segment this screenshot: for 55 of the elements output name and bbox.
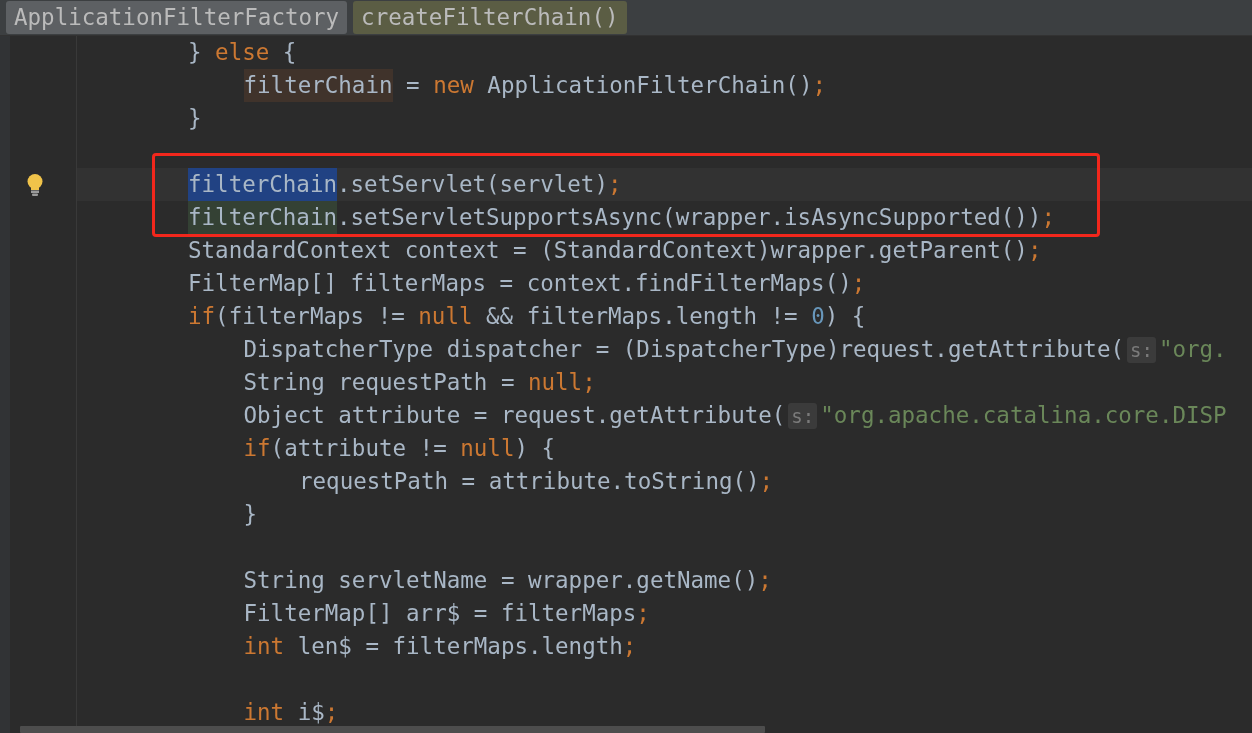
code-text: ; (636, 599, 650, 628)
code-text: ApplicationFilterChain() (486, 71, 813, 100)
code-text: ; (622, 632, 637, 661)
highlighted-code: filterChain (243, 69, 393, 102)
code-text: String requestPath = (243, 368, 516, 397)
code-text: && filterMaps.length != (485, 302, 799, 331)
code-text: { (281, 38, 297, 67)
code-text: } (243, 500, 258, 529)
code-text: ; (607, 170, 622, 199)
code-text: String servletName = wrapper.getName() (243, 566, 759, 595)
highlighted-code: filterChain (188, 168, 337, 201)
code-text: i$ (296, 698, 325, 727)
code-text: ; (851, 269, 866, 298)
code-text: } (188, 38, 203, 67)
code-text: ; (582, 368, 596, 397)
highlighted-code: filterChain (188, 201, 337, 234)
parameter-hint: s: (788, 402, 818, 429)
code-text: "org. (1158, 335, 1227, 364)
breadcrumb[interactable]: createFilterChain() (353, 1, 627, 34)
code-text: DispatcherType dispatcher = (DispatcherType)request.getAttribute( (243, 335, 1124, 364)
code-text: null (528, 368, 583, 397)
code-text: ; (1027, 236, 1042, 265)
code-text: Object attribute = request.getAttribute( (243, 401, 786, 430)
lightbulb-icon[interactable] (26, 172, 44, 197)
code-text: .setServletSupportsAsync(wrapper.isAsyncSupported()) (337, 203, 1042, 232)
code-text: ; (1041, 203, 1055, 232)
code-text: = (405, 71, 421, 100)
horizontal-scrollbar[interactable] (20, 726, 765, 733)
code-text: ) { (514, 434, 556, 463)
code-text: ; (759, 467, 774, 496)
code-text: ; (758, 566, 772, 595)
code-text: int (243, 698, 285, 727)
code-text: ) { (824, 302, 866, 331)
code-text: FilterMap[] filterMaps = context.findFilterMaps() (188, 269, 852, 298)
code-text: int (243, 632, 285, 661)
code-text: len$ = filterMaps.length (296, 632, 623, 661)
code-text: ; (324, 698, 339, 727)
code-text: else (215, 38, 270, 67)
code-text: } (188, 104, 202, 133)
code-text: ; (812, 71, 826, 100)
code-text: null (460, 434, 515, 463)
parameter-hint: s: (1127, 336, 1156, 363)
code-text: .setServlet(servlet) (337, 170, 608, 199)
code-text: (attribute != (270, 434, 448, 463)
code-text: requestPath = attribute.toString() (299, 467, 760, 496)
code-text: (filterMaps != (215, 302, 406, 331)
code-text: "org.apache.catalina.core.DISP (820, 401, 1227, 430)
code-text: 0 (811, 302, 825, 331)
code-text: new (433, 71, 474, 100)
code-text: if (188, 302, 216, 331)
breadcrumb[interactable]: ApplicationFilterFactory (6, 1, 348, 34)
code-text: StandardContext context = (StandardContext)wrapper.getParent() (188, 236, 1028, 265)
code-text: null (418, 302, 473, 331)
code-text: if (243, 434, 271, 463)
code-text: FilterMap[] arr$ = filterMaps (243, 599, 637, 628)
